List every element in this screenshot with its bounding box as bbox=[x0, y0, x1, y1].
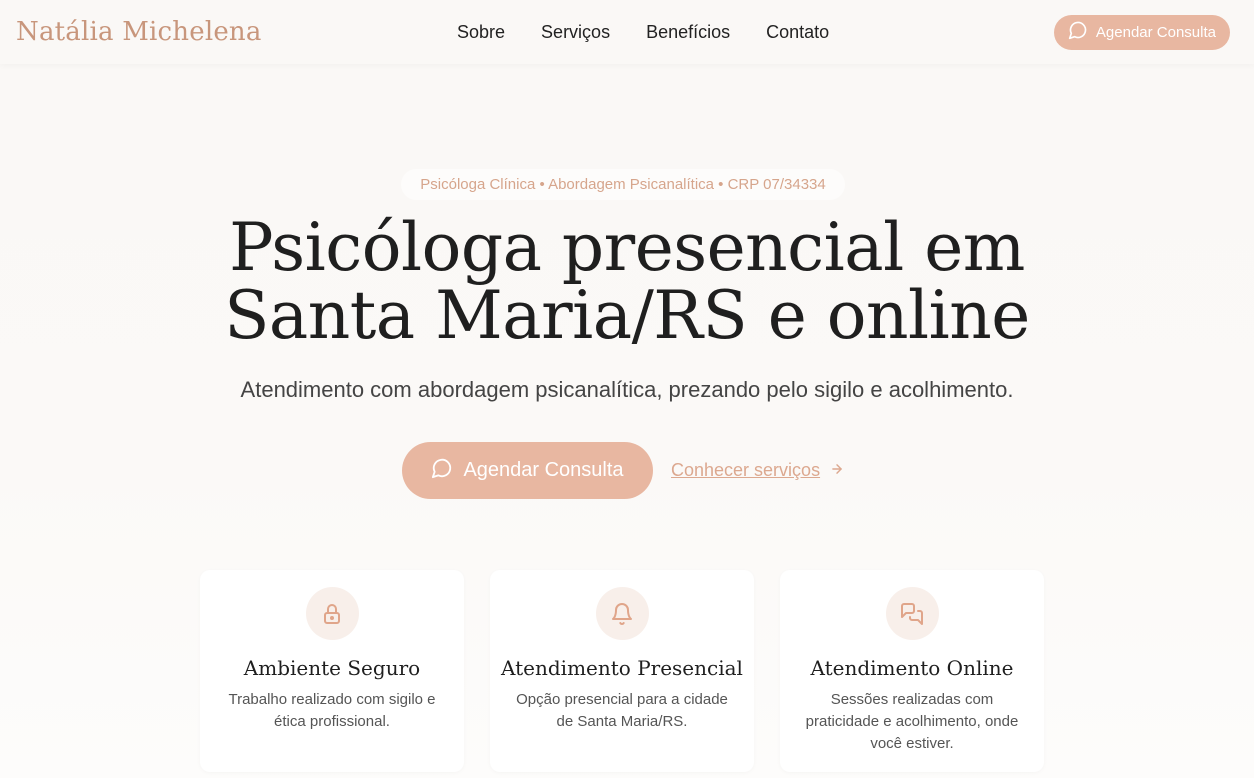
chat-bubble-icon bbox=[1068, 20, 1088, 44]
feature-card-atendimento-online: Atendimento Online Sessões realizadas co… bbox=[780, 570, 1044, 772]
main-nav: Sobre Serviços Benefícios Contato bbox=[457, 22, 829, 43]
nav-link-servicos[interactable]: Serviços bbox=[541, 22, 610, 43]
feature-card-atendimento-presencial: Atendimento Presencial Opção presencial … bbox=[490, 570, 754, 772]
card-text: Trabalho realizado com sigilo e ética pr… bbox=[228, 691, 436, 730]
card-title: Atendimento Presencial bbox=[501, 656, 743, 680]
lock-icon bbox=[305, 587, 359, 640]
card-text: Sessões realizadas com praticidade e aco… bbox=[805, 691, 1019, 752]
card-title: Atendimento Online bbox=[810, 656, 1014, 680]
header-schedule-button[interactable]: Agendar Consulta bbox=[1053, 14, 1230, 50]
chat-bubble-icon bbox=[431, 457, 453, 485]
brand-logo[interactable]: Natália Michelena bbox=[16, 17, 262, 47]
features-cards: Ambiente Seguro Trabalho realizado com s… bbox=[200, 570, 1044, 772]
profession-badge: Psicóloga Clínica • Abordagem Psicanalít… bbox=[401, 169, 845, 200]
chat-icon bbox=[885, 587, 939, 640]
card-title: Ambiente Seguro bbox=[243, 656, 421, 680]
headline-line-1: Psicóloga presencial em bbox=[229, 209, 1025, 286]
arrow-right-icon bbox=[830, 460, 844, 481]
bell-icon bbox=[595, 587, 649, 640]
nav-link-contato[interactable]: Contato bbox=[766, 22, 829, 43]
site-header: Natália Michelena Sobre Serviços Benefíc… bbox=[0, 0, 1254, 64]
page-title: Psicóloga presencial em Santa Maria/RS e… bbox=[0, 214, 1254, 350]
nav-link-beneficios[interactable]: Benefícios bbox=[646, 22, 730, 43]
headline-line-2: Santa Maria/RS e online bbox=[224, 277, 1030, 354]
header-schedule-label: Agendar Consulta bbox=[1095, 23, 1216, 41]
hero-schedule-label: Agendar Consulta bbox=[463, 459, 624, 481]
services-link[interactable]: Conhecer serviços bbox=[671, 460, 844, 481]
hero-cta-row: Agendar Consulta Conhecer serviços bbox=[402, 442, 844, 499]
hero-subtitle: Atendimento com abordagem psicanalítica,… bbox=[240, 377, 1014, 402]
hero-schedule-button[interactable]: Agendar Consulta bbox=[402, 442, 653, 499]
services-link-label: Conhecer serviços bbox=[671, 460, 821, 480]
feature-card-ambiente-seguro: Ambiente Seguro Trabalho realizado com s… bbox=[200, 570, 464, 772]
nav-link-sobre[interactable]: Sobre bbox=[457, 22, 505, 43]
card-text: Opção presencial para a cidade de Santa … bbox=[516, 691, 728, 730]
